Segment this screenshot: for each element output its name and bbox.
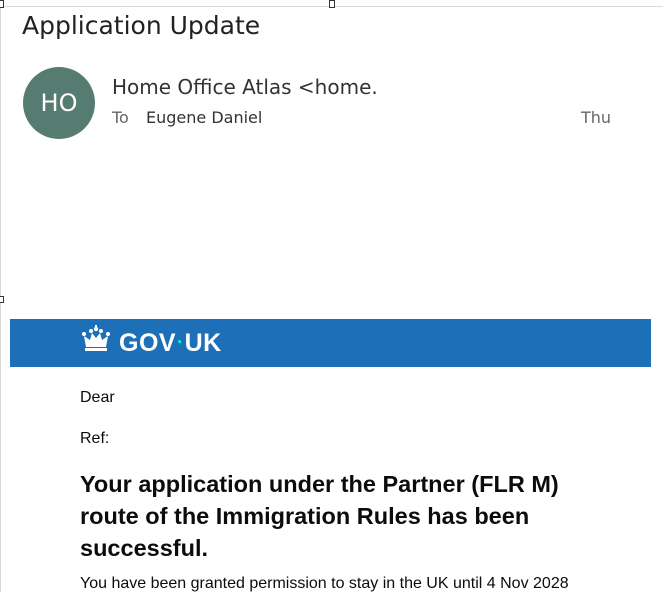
reference-label: Ref: — [80, 430, 110, 447]
to-label: To — [112, 108, 129, 127]
resize-handle[interactable] — [0, 0, 4, 8]
permission-text: You have been granted permission to stay… — [80, 575, 569, 592]
resize-handle[interactable] — [329, 0, 335, 8]
greeting: Dear — [80, 389, 115, 406]
govuk-logo-text[interactable]: GOV·UK — [119, 329, 222, 358]
recipient-name[interactable]: Eugene Daniel — [146, 108, 262, 127]
email-date: Thu — [581, 108, 612, 127]
govuk-logo-dot: · — [177, 332, 184, 352]
sender-name[interactable]: Home Office Atlas <home.o — [112, 75, 376, 99]
crown-icon — [82, 325, 110, 351]
avatar-initials: HO — [40, 89, 78, 117]
sender-avatar[interactable]: HO — [23, 67, 95, 139]
decision-headline: Your application under the Partner (FLR … — [80, 471, 559, 561]
govuk-header-banner: GOV·UK — [10, 319, 651, 367]
govuk-logo-gov: GOV — [119, 329, 177, 357]
email-subject: Application Update — [22, 11, 261, 40]
resize-handle[interactable] — [0, 296, 4, 303]
govuk-logo-uk: UK — [184, 329, 222, 357]
